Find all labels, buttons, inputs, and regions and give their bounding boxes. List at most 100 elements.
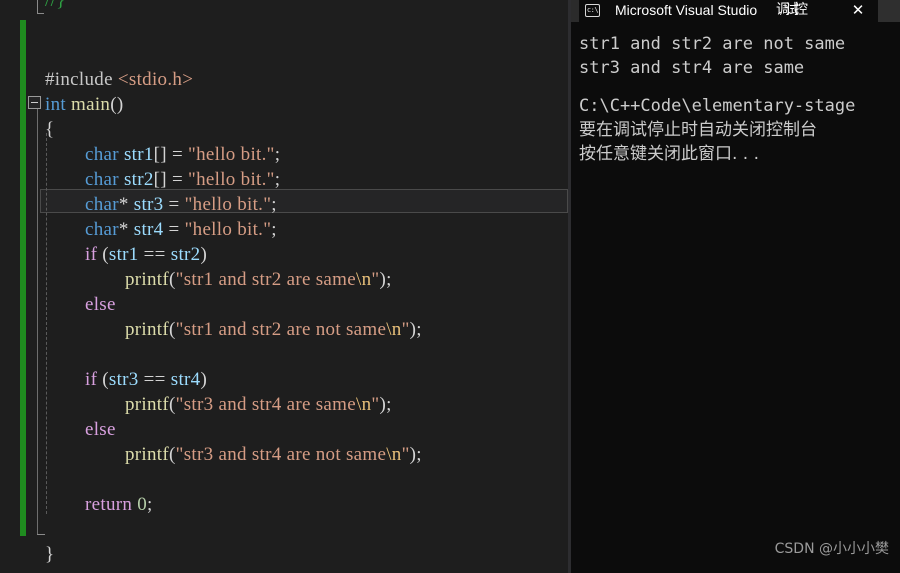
code-token: } — [45, 544, 55, 565]
code-line: printf("str1 and str2 are same\n"); — [125, 267, 392, 292]
code-token: str4 — [133, 219, 164, 240]
code-line: int main() — [45, 92, 124, 117]
code-token: [] = — [153, 169, 189, 190]
code-token: str1 — [108, 244, 139, 265]
close-icon[interactable]: ✕ — [843, 0, 873, 22]
titlebar-right-edge — [878, 0, 900, 22]
code-token: char — [85, 219, 119, 240]
console-output-line: str1 and str2 are not same — [579, 34, 846, 54]
screenshot-root: //} #include <stdio.h> int main(){char st… — [0, 0, 900, 573]
code-token: printf — [125, 269, 170, 290]
console-window[interactable]: c:\ Microsoft Visual Studio 调试控 ✕ str1 a… — [571, 0, 900, 573]
code-token: ( — [169, 444, 176, 465]
code-token: ( — [169, 319, 176, 340]
code-line: char str2[] = "hello bit."; — [85, 167, 280, 192]
code-token: = — [163, 194, 185, 215]
code-line: } — [45, 542, 54, 567]
console-cmd-icon: c:\ — [585, 4, 600, 17]
console-titlebar[interactable]: c:\ Microsoft Visual Studio 调试控 ✕ — [571, 0, 900, 22]
code-token: ); — [379, 394, 392, 415]
code-token: ); — [379, 269, 392, 290]
code-token: <stdio.h> — [117, 69, 194, 90]
code-token: char — [85, 144, 119, 165]
code-token: ; — [274, 144, 281, 165]
code-line: char* str4 = "hello bit."; — [85, 217, 277, 242]
code-token: \n — [386, 319, 402, 340]
code-editor-pane[interactable]: //} #include <stdio.h> int main(){char st… — [0, 0, 568, 573]
code-token: ( — [97, 369, 109, 390]
code-token: ( — [169, 269, 176, 290]
code-token: ; — [271, 219, 277, 240]
code-token: char — [85, 194, 119, 215]
code-token: "str1 and str2 are same — [175, 269, 356, 290]
code-token: ; — [271, 194, 277, 215]
code-text-layer: //} #include <stdio.h> int main(){char st… — [0, 0, 568, 573]
code-token: \n — [355, 269, 372, 290]
code-token: ); — [409, 444, 422, 465]
code-line: else — [85, 417, 116, 442]
code-token: [] = — [153, 144, 189, 165]
code-token: " — [401, 319, 410, 340]
code-line: printf("str3 and str4 are same\n"); — [125, 392, 392, 417]
code-token: "hello bit." — [184, 194, 272, 215]
code-line: printf("str1 and str2 are not same\n"); — [125, 317, 422, 342]
code-line: return 0; — [85, 492, 153, 517]
code-token: main — [71, 94, 111, 115]
code-token: str2 — [170, 244, 201, 265]
code-token: else — [85, 294, 116, 315]
csdn-watermark: CSDN @小小小樊 — [774, 541, 889, 557]
code-token: #include — [45, 69, 118, 90]
code-line: if (str3 == str4) — [85, 367, 207, 392]
code-token: printf — [125, 394, 170, 415]
code-token: == — [138, 369, 171, 390]
code-token: str3 — [133, 194, 164, 215]
code-token: "str3 and str4 are not same — [175, 444, 387, 465]
code-token: if — [85, 369, 98, 390]
code-token: "str3 and str4 are same — [175, 394, 356, 415]
console-output-line: 要在调试停止时自动关闭控制台 — [579, 120, 817, 140]
code-token: = — [163, 219, 185, 240]
code-token: ( — [97, 244, 109, 265]
code-token: ; — [274, 169, 281, 190]
code-token: \n — [355, 394, 372, 415]
code-token: " — [401, 444, 410, 465]
code-token: ) — [200, 244, 208, 265]
code-token: () — [110, 94, 124, 115]
code-token: ; — [147, 494, 153, 515]
code-token: return — [85, 494, 133, 515]
console-title-text-cn: 调试控 — [776, 2, 808, 18]
code-token: str1 — [123, 144, 154, 165]
code-token: "hello bit." — [188, 144, 275, 165]
code-token: == — [138, 244, 171, 265]
indent-guide — [46, 133, 47, 514]
code-token: * — [118, 219, 134, 240]
code-token: 0 — [137, 494, 148, 515]
code-token: int — [45, 94, 66, 115]
code-token: str3 — [108, 369, 139, 390]
code-token: str4 — [170, 369, 201, 390]
code-line: if (str1 == str2) — [85, 242, 207, 267]
code-token: ( — [169, 394, 176, 415]
console-output-line: str3 and str4 are same — [579, 58, 805, 78]
titlebar-left-edge — [571, 0, 579, 22]
console-output-line: 按任意键关闭此窗口. . . — [579, 144, 760, 164]
code-line: printf("str3 and str4 are not same\n"); — [125, 442, 422, 467]
code-token: char — [85, 169, 119, 190]
code-token: "hello bit." — [184, 219, 272, 240]
code-token: ) — [200, 369, 208, 390]
code-token: else — [85, 419, 116, 440]
console-output-area: str1 and str2 are not same str3 and str4 … — [571, 22, 900, 573]
code-line-partial-comment: //} — [45, 0, 66, 11]
code-line: char str1[] = "hello bit."; — [85, 142, 280, 167]
code-line: #include <stdio.h> — [45, 67, 193, 92]
code-token: "str1 and str2 are not same — [175, 319, 387, 340]
code-token: if — [85, 244, 98, 265]
code-token: "hello bit." — [188, 169, 275, 190]
code-line: char* str3 = "hello bit."; — [85, 192, 277, 217]
code-token: \n — [386, 444, 402, 465]
code-token: printf — [125, 319, 170, 340]
code-token: str2 — [123, 169, 154, 190]
code-token: ); — [409, 319, 422, 340]
code-token: * — [118, 194, 134, 215]
